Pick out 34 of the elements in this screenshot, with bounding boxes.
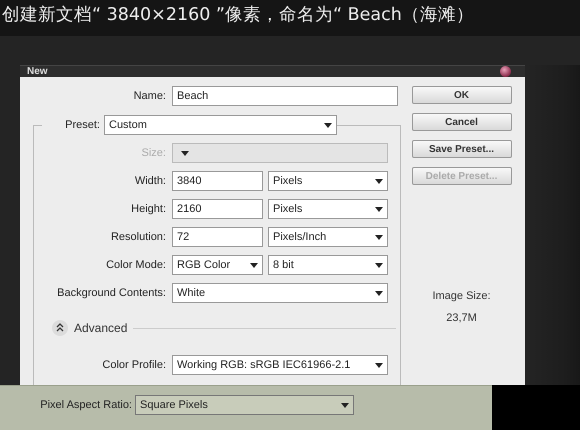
dialog-button[interactable]: Save Preset... <box>412 140 512 158</box>
dropdown[interactable]: White <box>172 283 388 303</box>
number-field[interactable]: 72 <box>172 227 263 247</box>
section-label: Advanced <box>74 321 128 335</box>
name-field[interactable]: Beach <box>172 86 398 106</box>
close-icon[interactable] <box>500 66 511 77</box>
field-label: Resolution: <box>110 231 167 243</box>
collapse-toggle[interactable] <box>52 320 68 336</box>
field-label: Background Contents: <box>56 287 167 299</box>
dialog-title: New <box>27 66 48 77</box>
dropdown[interactable]: Pixels/Inch <box>268 227 388 247</box>
field-label: Height: <box>130 203 167 215</box>
dialog-button[interactable]: Cancel <box>412 113 512 131</box>
dropdown[interactable]: Pixels <box>268 199 388 219</box>
dropdown[interactable]: Pixels <box>268 171 388 191</box>
dropdown[interactable]: Working RGB: sRGB IEC61966-2.1 <box>172 355 388 375</box>
field-label: Size: <box>140 147 167 159</box>
caption-text: 创建新文档“ 3840×2160 ”像素，命名为“ Beach（海滩） <box>0 0 580 36</box>
image-size-value: 23,7M <box>446 312 477 324</box>
number-field[interactable]: 3840 <box>172 171 263 191</box>
image-size-label: Image Size: <box>432 290 491 302</box>
preset-dropdown[interactable]: Custom <box>104 115 337 135</box>
dropdown[interactable]: RGB Color <box>172 255 263 275</box>
number-field[interactable]: 2160 <box>172 199 263 219</box>
field-label: Preset: <box>42 119 104 131</box>
dropdown[interactable]: Square Pixels <box>135 395 354 415</box>
field-label: Color Profile: <box>101 359 167 371</box>
field-label: Width: <box>134 175 167 187</box>
field-label: Pixel Aspect Ratio: <box>39 399 133 411</box>
double-chevron-icon <box>55 323 65 333</box>
field-label: Color Mode: <box>105 259 167 271</box>
dropdown[interactable]: 8 bit <box>268 255 388 275</box>
dialog-button[interactable]: OK <box>412 86 512 104</box>
field-label: Name: <box>132 90 167 102</box>
